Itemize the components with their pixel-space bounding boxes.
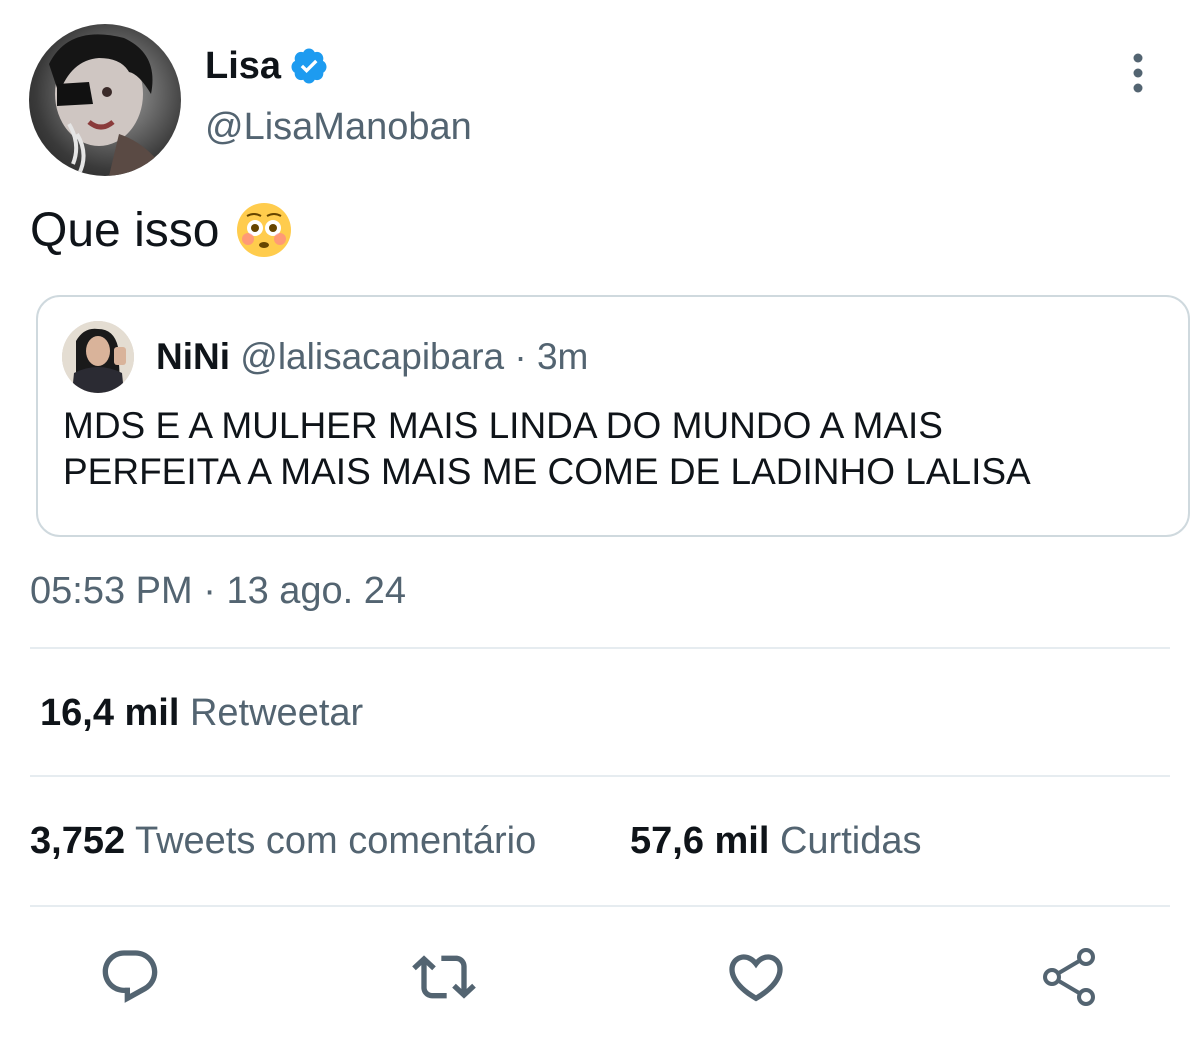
retweets-label: Retweetar: [189, 692, 364, 734]
likes-count: 57,6 mil: [630, 820, 770, 862]
quoted-display-name[interactable]: NiNi: [156, 336, 230, 377]
quote-tweets-count: 3,752: [30, 820, 126, 862]
quoted-tweet-text: MDS E A MULHER MAIS LINDA DO MUNDO A MAI…: [63, 403, 1173, 495]
author-display-name[interactable]: Lisa: [205, 45, 281, 88]
verified-badge-icon: [291, 48, 327, 84]
tweet-text-content: Que isso: [30, 203, 220, 257]
author-name-row[interactable]: Lisa: [205, 40, 329, 92]
more-options-icon[interactable]: [1118, 50, 1158, 96]
quoted-text-line-2: PERFEITA A MAIS MAIS ME COME DE LADINHO …: [63, 451, 1031, 492]
tweet-timestamp[interactable]: 05:53 PM · 13 ago. 24: [30, 570, 406, 613]
retweets-stat[interactable]: 16,4 mil Retweetar: [40, 692, 363, 735]
timestamp-time: 05:53 PM: [30, 570, 193, 612]
tweet-text: Que isso: [30, 198, 293, 262]
quoted-tweet-card[interactable]: NiNi @lalisacapibara · 3m MDS E A MULHER…: [36, 295, 1190, 537]
quoted-author-avatar[interactable]: [62, 321, 134, 393]
likes-stat[interactable]: 57,6 mil Curtidas: [630, 820, 921, 863]
divider: [30, 905, 1170, 907]
timestamp-separator: ·: [203, 570, 216, 612]
share-icon[interactable]: [1038, 945, 1102, 1009]
quoted-separator: ·: [514, 336, 527, 377]
quoted-tweet-header: NiNi @lalisacapibara · 3m: [156, 335, 588, 379]
flushed-face-emoji-icon: [237, 203, 292, 257]
author-handle[interactable]: @LisaManoban: [205, 106, 472, 149]
heart-icon[interactable]: [724, 945, 788, 1009]
divider: [30, 775, 1170, 777]
author-avatar[interactable]: [29, 24, 181, 176]
retweets-count: 16,4 mil: [40, 692, 180, 734]
quote-tweets-label: Tweets com comentário: [134, 820, 537, 862]
divider: [30, 647, 1170, 649]
quoted-text-line-1: MDS E A MULHER MAIS LINDA DO MUNDO A MAI…: [63, 405, 943, 446]
likes-label: Curtidas: [779, 820, 922, 862]
retweet-icon[interactable]: [412, 945, 476, 1009]
quote-tweets-stat[interactable]: 3,752 Tweets com comentário: [30, 820, 536, 863]
quoted-handle[interactable]: @lalisacapibara: [240, 336, 504, 377]
reply-icon[interactable]: [98, 945, 162, 1009]
quoted-time: 3m: [536, 336, 589, 377]
timestamp-date: 13 ago. 24: [226, 570, 407, 612]
